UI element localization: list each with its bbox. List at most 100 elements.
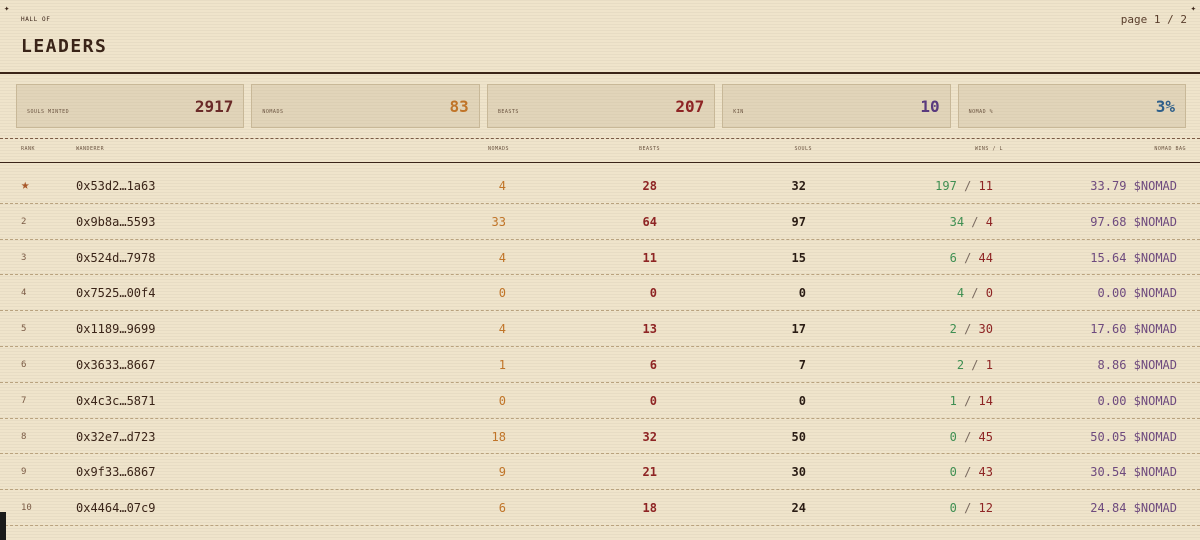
table-row[interactable]: 3 0x524d…7978 4 11 15 6 / 44 15.64 $NOMAD: [0, 240, 1200, 276]
column-header-beasts[interactable]: BEASTS: [639, 146, 660, 152]
souls-count: 24: [791, 501, 806, 516]
wallet-address[interactable]: 0x4c3c…5871: [76, 394, 155, 408]
wallet-address[interactable]: 0x53d2…1a63: [76, 179, 155, 193]
nomad-bag-balance: 0.00 $NOMAD: [1097, 393, 1177, 408]
nomad-bag-balance: 50.05 $NOMAD: [1090, 429, 1177, 444]
column-header-souls[interactable]: SOULS: [794, 146, 812, 152]
wins-losses: 0 / 45: [950, 430, 993, 444]
wins-count: 2: [956, 357, 965, 372]
table-row[interactable]: 2 0x9b8a…5593 33 64 97 34 / 4 97.68 $NOMAD: [0, 204, 1200, 240]
table-header-rule: [0, 162, 1200, 163]
column-header-rank[interactable]: RANK: [21, 146, 35, 152]
wallet-address[interactable]: 0x32e7…d723: [76, 430, 155, 444]
stat-label: NOMAD %: [968, 109, 994, 115]
table-row[interactable]: 8 0x32e7…d723 18 32 50 0 / 45 50.05 $NOMAD: [0, 419, 1200, 455]
rank-star-icon: ★: [21, 177, 30, 193]
rank-cell: 8: [21, 431, 27, 442]
wallet-address[interactable]: 0x524d…7978: [76, 251, 155, 265]
stat-card-nomad-percent: NOMAD % 3%: [957, 84, 1187, 128]
wins-losses: 6 / 44: [950, 251, 993, 265]
table-row[interactable]: ★ 0x53d2…1a63 4 28 32 197 / 11 33.79 $NOMAD: [0, 168, 1200, 204]
wallet-address[interactable]: 0x9b8a…5593: [76, 215, 155, 229]
wl-separator: /: [956, 393, 979, 408]
column-header-wanderer[interactable]: WANDERER: [76, 146, 104, 152]
stats-bar: SOULS MINTED 2917 NOMADS 83 BEASTS 207 K…: [16, 84, 1187, 128]
stat-value: 2917: [194, 97, 234, 116]
rank-cell: 5: [21, 324, 27, 335]
rank-cell: 4: [21, 288, 27, 299]
wins-losses: 0 / 12: [950, 501, 993, 515]
wallet-address[interactable]: 0x3633…8667: [76, 358, 155, 372]
nomad-bag-balance: 15.64 $NOMAD: [1090, 250, 1177, 265]
losses-count: 14: [978, 393, 993, 408]
wl-separator: /: [956, 250, 979, 265]
rank-cell: 9: [21, 467, 27, 478]
beasts-count: 28: [642, 179, 657, 193]
table-row[interactable]: 6 0x3633…8667 1 6 7 2 / 1 8.86 $NOMAD: [0, 347, 1200, 383]
table-row[interactable]: 4 0x7525…00f4 0 0 0 4 / 0 0.00 $NOMAD: [0, 275, 1200, 312]
stat-label: KIN: [733, 109, 744, 115]
page-title: LEADERS: [21, 36, 108, 57]
wins-count: 2: [949, 322, 957, 337]
stat-label: NOMADS: [262, 109, 284, 115]
nomads-count: 4: [498, 250, 506, 265]
wl-separator: /: [956, 179, 979, 193]
losses-count: 30: [978, 322, 993, 337]
column-header-nomad-bag[interactable]: NOMAD BAG: [1154, 146, 1186, 152]
wl-separator: /: [956, 322, 979, 337]
stat-value: 10: [920, 97, 940, 116]
table-row[interactable]: 5 0x1189…9699 4 13 17 2 / 30 17.60 $NOMAD: [0, 311, 1200, 347]
souls-count: 0: [798, 393, 806, 408]
stat-value: 207: [675, 97, 705, 116]
wallet-address[interactable]: 0x7525…00f4: [76, 286, 155, 300]
nomad-bag-balance: 33.79 $NOMAD: [1090, 179, 1177, 193]
beasts-count: 32: [642, 429, 657, 444]
wins-losses: 2 / 1: [957, 358, 993, 372]
wins-count: 6: [949, 250, 957, 265]
nomad-bag-balance: 97.68 $NOMAD: [1090, 214, 1177, 229]
nomads-count: 9: [498, 465, 506, 480]
wins-losses: 2 / 30: [950, 322, 993, 336]
table-row[interactable]: 10 0x4464…07c9 6 18 24 0 / 12 24.84 $NOMAD: [0, 490, 1200, 526]
wins-losses: 1 / 14: [950, 394, 993, 408]
beasts-count: 64: [642, 214, 657, 229]
wallet-address[interactable]: 0x1189…9699: [76, 322, 155, 336]
rank-cell: 7: [21, 395, 27, 406]
wins-count: 0: [949, 465, 957, 480]
table-row[interactable]: 9 0x9f33…6867 9 21 30 0 / 43 30.54 $NOMAD: [0, 454, 1200, 491]
wl-separator: /: [956, 465, 979, 480]
stat-value: 83: [449, 97, 469, 116]
wallet-address[interactable]: 0x9f33…6867: [76, 465, 155, 479]
souls-count: 30: [791, 465, 806, 480]
wins-count: 1: [949, 393, 957, 408]
beasts-count: 0: [649, 286, 657, 301]
beasts-count: 13: [642, 322, 657, 337]
nomads-count: 0: [498, 286, 506, 301]
nomads-count: 6: [498, 501, 506, 516]
losses-count: 0: [985, 286, 993, 301]
nomads-count: 1: [498, 357, 506, 372]
souls-count: 97: [791, 214, 806, 229]
losses-count: 4: [985, 214, 993, 229]
beasts-count: 21: [642, 465, 657, 480]
table-row[interactable]: 7 0x4c3c…5871 0 0 0 1 / 14 0.00 $NOMAD: [0, 383, 1200, 419]
rank-cell: 10: [21, 503, 32, 514]
column-header-nomads[interactable]: NOMADS: [488, 146, 509, 152]
wallet-address[interactable]: 0x4464…07c9: [76, 501, 155, 515]
nomads-count: 4: [498, 179, 506, 193]
pagination-indicator[interactable]: page 1 / 2: [1121, 13, 1187, 26]
wl-separator: /: [964, 357, 986, 372]
nomad-bag-balance: 0.00 $NOMAD: [1097, 286, 1177, 301]
nomad-bag-balance: 8.86 $NOMAD: [1097, 357, 1177, 372]
wins-losses: 0 / 43: [950, 465, 993, 479]
wins-count: 197: [935, 179, 957, 193]
losses-count: 12: [978, 501, 993, 516]
nomad-bag-balance: 24.84 $NOMAD: [1090, 501, 1177, 516]
losses-count: 43: [978, 465, 993, 480]
losses-count: 45: [978, 429, 993, 444]
stat-value: 3%: [1155, 97, 1176, 116]
wins-losses: 4 / 0: [957, 286, 993, 300]
nomads-count: 4: [498, 322, 506, 337]
nomads-count: 18: [491, 429, 506, 444]
column-header-wins-losses[interactable]: WINS / L: [975, 146, 1003, 152]
